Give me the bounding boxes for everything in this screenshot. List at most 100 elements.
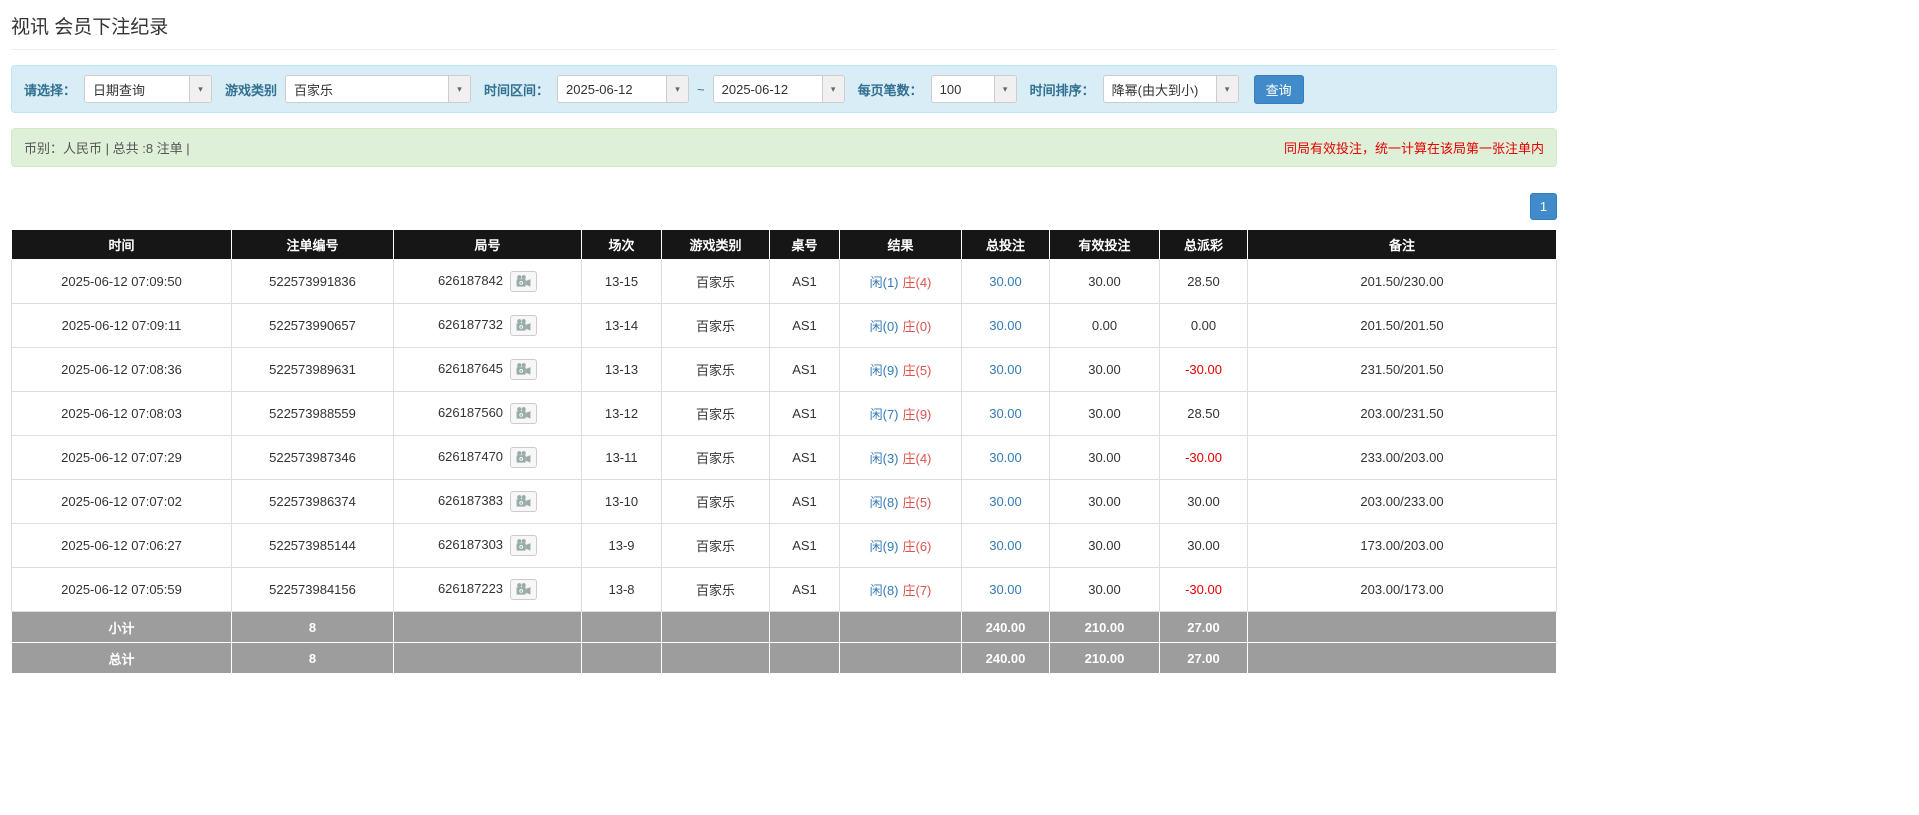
cell-bet-id: 522573989631 <box>232 348 394 392</box>
total-bet-link[interactable]: 30.00 <box>989 318 1022 333</box>
date-from-input[interactable]: 2025-06-12 ▾ <box>557 75 689 103</box>
col-header-payout: 总派彩 <box>1160 230 1248 260</box>
cell-round-id: 626187303 <box>394 524 582 568</box>
table-row: 2025-06-12 07:09:50 522573991836 6261878… <box>12 260 1557 304</box>
cell-total-bet: 30.00 <box>962 568 1050 612</box>
cell-valid-bet: 0.00 <box>1050 304 1160 348</box>
cell-note: 203.00/231.50 <box>1248 392 1557 436</box>
result-banker: 庄(6) <box>903 539 932 554</box>
cell-table-no: AS1 <box>770 524 840 568</box>
video-camera-icon <box>516 407 531 420</box>
cell-note: 203.00/173.00 <box>1248 568 1557 612</box>
chevron-down-icon[interactable]: ▾ <box>448 76 470 102</box>
date-to-value: 2025-06-12 <box>714 76 822 102</box>
cell-session: 13-8 <box>582 568 662 612</box>
chevron-down-icon[interactable]: ▾ <box>822 76 844 102</box>
cell-session: 13-9 <box>582 524 662 568</box>
total-bet-link[interactable]: 30.00 <box>989 538 1022 553</box>
total-bet-link[interactable]: 30.00 <box>989 494 1022 509</box>
cell-note: 201.50/230.00 <box>1248 260 1557 304</box>
video-replay-button[interactable] <box>510 315 537 336</box>
col-header-valid-bet: 有效投注 <box>1050 230 1160 260</box>
result-banker: 庄(4) <box>903 275 932 290</box>
round-id: 626187842 <box>438 273 503 288</box>
cell-result: 闲(8) 庄(5) <box>840 480 962 524</box>
cell-round-id: 626187383 <box>394 480 582 524</box>
cell-valid-bet: 30.00 <box>1050 568 1160 612</box>
chevron-down-icon[interactable]: ▾ <box>1216 76 1238 102</box>
chevron-down-icon[interactable]: ▾ <box>666 76 688 102</box>
total-payout: 27.00 <box>1160 643 1248 674</box>
cell-payout: 30.00 <box>1160 524 1248 568</box>
total-row: 总计 8 240.00 210.00 27.00 <box>12 643 1557 674</box>
cell-valid-bet: 30.00 <box>1050 348 1160 392</box>
cell-payout: 28.50 <box>1160 260 1248 304</box>
total-valid-bet: 210.00 <box>1050 643 1160 674</box>
cell-note: 203.00/233.00 <box>1248 480 1557 524</box>
page-size-select[interactable]: 100 ▾ <box>931 75 1017 103</box>
cell-valid-bet: 30.00 <box>1050 480 1160 524</box>
cell-note: 231.50/201.50 <box>1248 348 1557 392</box>
col-header-round-id: 局号 <box>394 230 582 260</box>
subtotal-payout: 27.00 <box>1160 612 1248 643</box>
cell-table-no: AS1 <box>770 348 840 392</box>
cell-time: 2025-06-12 07:07:02 <box>12 480 232 524</box>
round-id: 626187732 <box>438 317 503 332</box>
col-header-bet-id: 注单编号 <box>232 230 394 260</box>
result-banker: 庄(5) <box>903 363 932 378</box>
cell-time: 2025-06-12 07:08:03 <box>12 392 232 436</box>
video-replay-button[interactable] <box>510 271 537 292</box>
cell-result: 闲(1)庄(4) <box>840 260 962 304</box>
cell-payout: 0.00 <box>1160 304 1248 348</box>
total-bet-link[interactable]: 30.00 <box>989 450 1022 465</box>
result-banker: 庄(0) <box>903 319 932 334</box>
total-bet-link[interactable]: 30.00 <box>989 406 1022 421</box>
result-player: 闲(9) <box>870 539 899 554</box>
video-replay-button[interactable] <box>510 579 537 600</box>
game-type-select[interactable]: 百家乐 ▾ <box>285 75 471 103</box>
video-replay-button[interactable] <box>510 491 537 512</box>
game-type-value: 百家乐 <box>286 76 448 102</box>
subtotal-label: 小计 <box>12 612 232 643</box>
query-type-select[interactable]: 日期查询 ▾ <box>84 75 212 103</box>
total-bet-link[interactable]: 30.00 <box>989 274 1022 289</box>
video-replay-button[interactable] <box>510 535 537 556</box>
subtotal-valid-bet: 210.00 <box>1050 612 1160 643</box>
cell-payout: -30.00 <box>1160 436 1248 480</box>
cell-table-no: AS1 <box>770 304 840 348</box>
col-header-total-bet: 总投注 <box>962 230 1050 260</box>
cell-table-no: AS1 <box>770 260 840 304</box>
search-button[interactable]: 查询 <box>1254 75 1304 104</box>
total-bet-link[interactable]: 30.00 <box>989 582 1022 597</box>
chevron-down-icon[interactable]: ▾ <box>994 76 1016 102</box>
table-row: 2025-06-12 07:07:02 522573986374 6261873… <box>12 480 1557 524</box>
result-banker: 庄(5) <box>903 495 932 510</box>
total-bet-link[interactable]: 30.00 <box>989 362 1022 377</box>
result-player: 闲(3) <box>870 451 899 466</box>
result-player: 闲(0) <box>870 319 899 334</box>
table-row: 2025-06-12 07:08:36 522573989631 6261876… <box>12 348 1557 392</box>
video-replay-button[interactable] <box>510 359 537 380</box>
page-button-1[interactable]: 1 <box>1530 193 1557 220</box>
round-id: 626187303 <box>438 537 503 552</box>
video-replay-button[interactable] <box>510 403 537 424</box>
result-player: 闲(8) <box>870 495 899 510</box>
cell-table-no: AS1 <box>770 568 840 612</box>
result-banker: 庄(9) <box>903 407 932 422</box>
chevron-down-icon[interactable]: ▾ <box>189 76 211 102</box>
cell-bet-id: 522573990657 <box>232 304 394 348</box>
cell-result: 闲(9) 庄(5) <box>840 348 962 392</box>
sort-select[interactable]: 降幂(由大到小) ▾ <box>1103 75 1239 103</box>
video-camera-icon <box>516 363 531 376</box>
video-camera-icon <box>516 275 531 288</box>
page-size-value: 100 <box>932 76 994 102</box>
col-header-session: 场次 <box>582 230 662 260</box>
video-replay-button[interactable] <box>510 447 537 468</box>
cell-round-id: 626187223 <box>394 568 582 612</box>
round-id: 626187645 <box>438 361 503 376</box>
cell-note: 233.00/203.00 <box>1248 436 1557 480</box>
cell-note: 201.50/201.50 <box>1248 304 1557 348</box>
result-player: 闲(9) <box>870 363 899 378</box>
date-to-input[interactable]: 2025-06-12 ▾ <box>713 75 845 103</box>
cell-time: 2025-06-12 07:05:59 <box>12 568 232 612</box>
